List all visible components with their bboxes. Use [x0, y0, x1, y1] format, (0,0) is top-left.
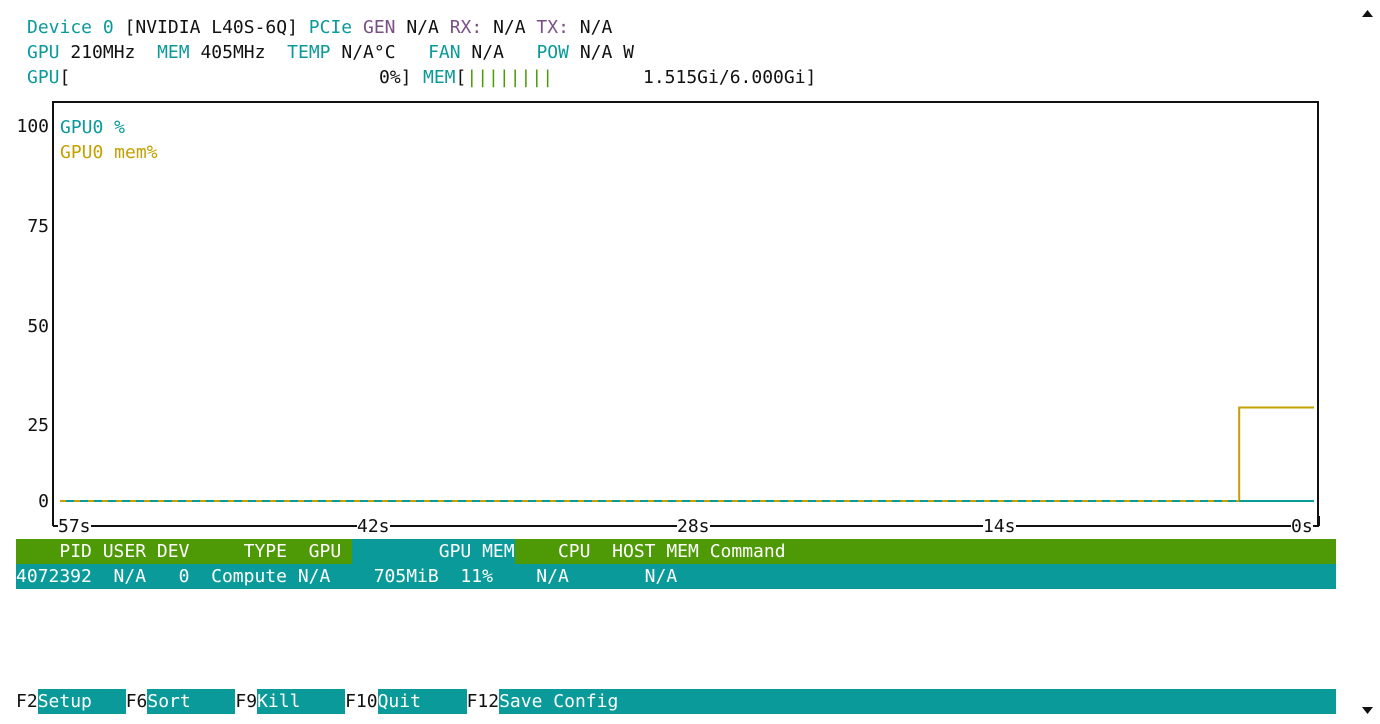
col-host-mem[interactable]: HOST MEM — [612, 541, 699, 562]
temp-label: TEMP — [287, 42, 331, 63]
table-row[interactable]: 4072392 N/A 0 Compute N/A 705MiB 11% N/A… — [16, 564, 1336, 589]
mem-meter-open: [ — [455, 67, 467, 88]
pow-label: POW — [536, 42, 569, 63]
vertical-scrollbar[interactable] — [1355, 0, 1380, 724]
f9-kill-button[interactable]: Kill — [257, 689, 346, 714]
f6-key: F6 — [125, 689, 148, 714]
mem-meter: MEM[|||||||| — [423, 65, 553, 90]
x-tick-label: 57s — [58, 516, 91, 538]
f12-key: F12 — [466, 689, 500, 714]
pcie-label: PCIe — [308, 17, 353, 38]
x-tick-label: 42s — [357, 516, 390, 538]
tx-value: N/A — [579, 17, 613, 38]
device-label: Device 0 — [27, 17, 114, 38]
fan-label: FAN — [428, 42, 461, 63]
temp-value: N/A°C — [341, 42, 396, 63]
col-cpu[interactable]: CPU — [558, 541, 591, 562]
row-cpu: N/A — [536, 566, 569, 587]
row-user: N/A — [113, 566, 147, 587]
row-gpu-mem: 705MiB — [373, 566, 439, 587]
mem-clock-value: 405MHz — [200, 42, 266, 63]
y-tick-label: 75 — [27, 216, 49, 237]
gpu-util-meter: GPU[ — [27, 65, 70, 90]
y-tick-label: 25 — [27, 415, 49, 436]
rx-value: N/A — [493, 17, 526, 38]
f9-key: F9 — [235, 689, 258, 714]
f6-sort-button[interactable]: Sort — [147, 689, 236, 714]
gpu-clock-value: 210MHz — [70, 42, 136, 63]
row-gpu: N/A — [297, 566, 331, 587]
stats-line: GPU 210MHz MEM 405MHz TEMP N/A°C FAN N/A… — [27, 40, 634, 65]
row-host-mem: N/A — [644, 566, 678, 587]
y-tick-label: 0 — [38, 491, 49, 512]
gpu-meter-label: GPU — [27, 67, 60, 88]
gen-label: GEN — [362, 17, 396, 38]
rx-label: RX: — [449, 17, 483, 38]
x-tick-label: 14s — [983, 516, 1016, 538]
y-tick-label: 100 — [16, 116, 49, 137]
mem-meter-bars: |||||||| — [466, 67, 554, 88]
mem-clock-label: MEM — [157, 42, 190, 63]
gpu-meter-open: [ — [59, 67, 71, 88]
col-gpu-mem[interactable]: GPU MEM — [352, 539, 515, 564]
gpu-clock-label: GPU — [27, 42, 60, 63]
f10-key: F10 — [345, 689, 378, 714]
col-user[interactable]: USER — [103, 541, 146, 562]
function-key-bar: F2 Setup F6 Sort F9 Kill F10 Quit F12 Save Co… — [16, 689, 1336, 714]
device-name: [NVIDIA L40S-6Q] — [124, 17, 298, 38]
tx-label: TX: — [536, 17, 569, 38]
col-type[interactable]: TYPE — [244, 541, 287, 562]
mem-meter-label: MEM — [423, 67, 456, 88]
row-type: Compute — [211, 566, 287, 587]
f10-quit-button[interactable]: Quit — [377, 689, 467, 714]
scroll-down-arrow-icon[interactable] — [1355, 699, 1380, 724]
scroll-up-arrow-icon[interactable] — [1355, 0, 1380, 25]
fan-value: N/A — [471, 42, 504, 63]
col-pid[interactable]: PID — [59, 541, 92, 562]
row-pid: 4072392 — [16, 566, 92, 587]
f2-key: F2 — [16, 689, 38, 714]
f12-save-config-button[interactable]: Save Config — [499, 689, 1336, 714]
row-gpu-mem-pct: 11% — [460, 566, 493, 587]
y-tick-label: 50 — [27, 316, 49, 337]
legend-gpu-mem: GPU0 mem% — [60, 142, 158, 163]
pow-value: N/A W — [579, 42, 634, 63]
f2-setup-button[interactable]: Setup — [37, 689, 126, 714]
mem-meter-value: 1.515Gi/6.000Gi] — [643, 67, 817, 88]
process-table-header: PID USER DEV TYPE GPU GPU MEM CPU HOST M… — [16, 539, 1336, 564]
x-tick-label: 0s — [1291, 516, 1313, 538]
col-command[interactable]: Command — [710, 541, 786, 562]
gpu-util-meter-value: 0%] — [379, 67, 412, 88]
x-tick-label: 28s — [677, 516, 710, 538]
col-dev[interactable]: DEV — [157, 541, 190, 562]
col-gpu[interactable]: GPU — [309, 541, 342, 562]
legend-gpu-util: GPU0 % — [60, 117, 126, 138]
gen-value: N/A — [406, 17, 439, 38]
device-info-line: Device 0 [NVIDIA L40S-6Q] PCIe GEN N/A R… — [27, 15, 612, 40]
utilization-chart — [52, 101, 1319, 525]
row-dev: 0 — [178, 566, 190, 587]
